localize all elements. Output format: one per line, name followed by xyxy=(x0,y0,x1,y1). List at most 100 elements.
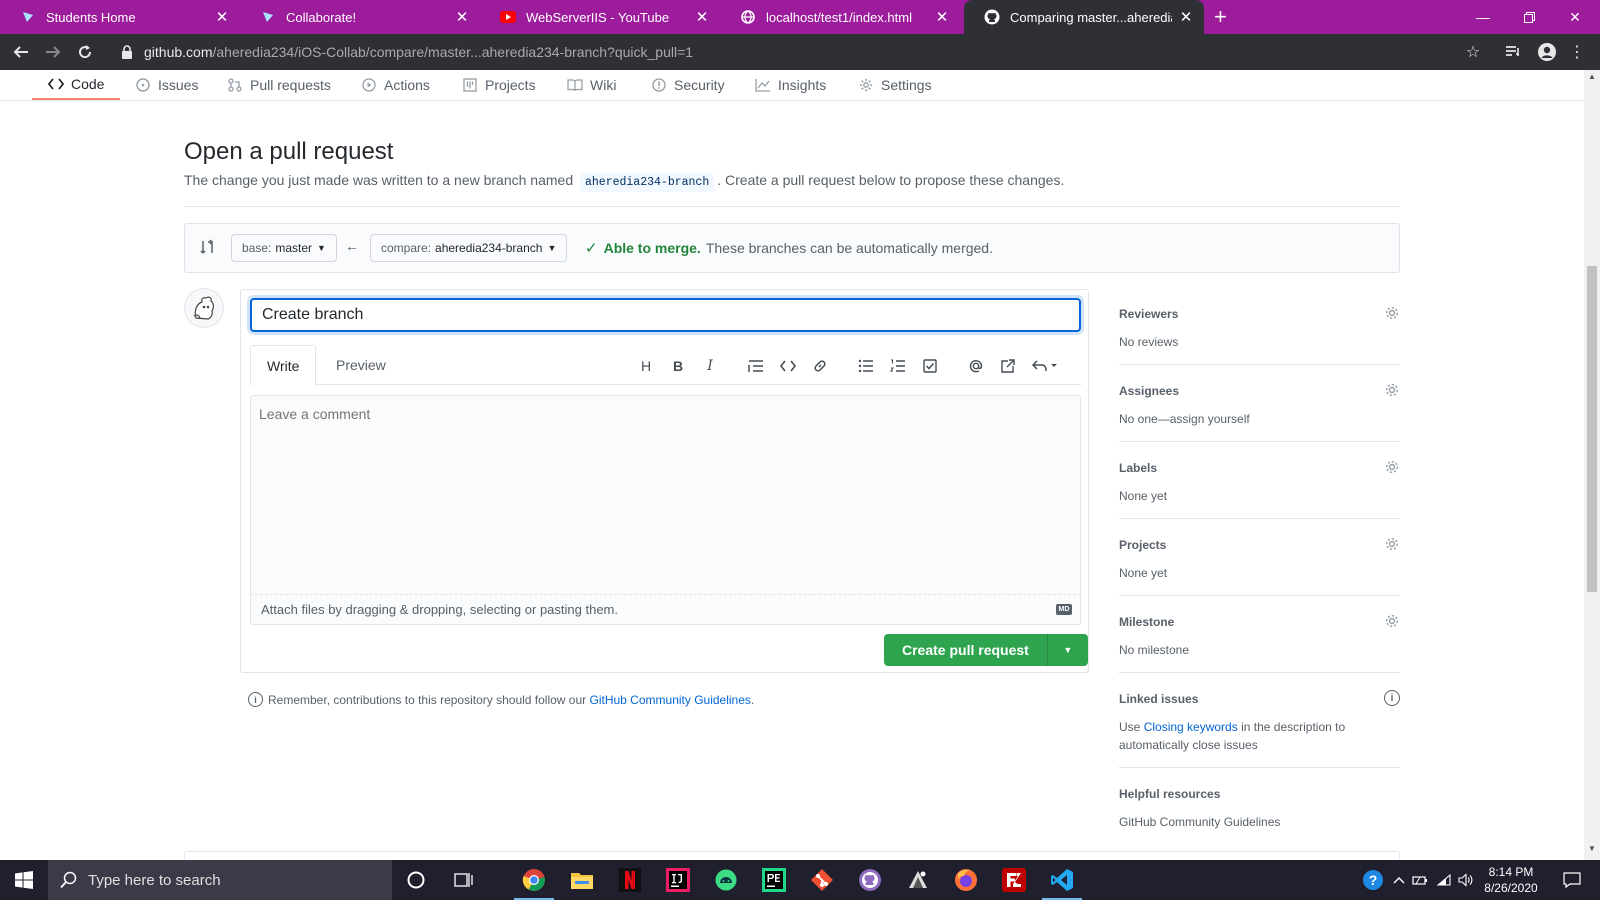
back-button[interactable] xyxy=(8,39,34,65)
browser-tab-active[interactable]: Comparing master...aheredia234- ✕ xyxy=(964,0,1204,34)
heading-button[interactable]: H xyxy=(636,356,656,376)
browser-tab[interactable]: Collaborate! ✕ xyxy=(240,0,480,34)
notification-center-icon[interactable] xyxy=(1552,860,1592,900)
code-icon xyxy=(48,76,64,92)
media-control-icon[interactable] xyxy=(1502,42,1524,62)
heading-icon: H xyxy=(640,358,652,374)
wifi-tray-icon[interactable] xyxy=(1434,860,1454,900)
help-tray-icon[interactable]: ? xyxy=(1360,860,1386,900)
community-guidelines-link[interactable]: GitHub Community Guidelines xyxy=(590,693,751,707)
avatar[interactable] xyxy=(184,288,224,328)
gear-icon[interactable] xyxy=(1384,305,1400,321)
scroll-down-arrow-icon[interactable]: ▼ xyxy=(1584,844,1600,858)
tab-security[interactable]: Security xyxy=(651,70,725,100)
community-guidelines-link[interactable]: GitHub Community Guidelines xyxy=(1119,813,1359,831)
closing-keywords-link[interactable]: Closing keywords xyxy=(1144,720,1238,734)
branch-name-chip: aheredia234-branch xyxy=(580,173,715,192)
compare-branch-select[interactable]: compare: aheredia234-branch ▼ xyxy=(370,234,568,262)
battery-tray-icon[interactable] xyxy=(1410,860,1430,900)
cross-reference-button[interactable] xyxy=(998,356,1018,376)
info-icon[interactable]: i xyxy=(1384,690,1400,706)
volume-tray-icon[interactable] xyxy=(1456,860,1476,900)
comment-textarea[interactable] xyxy=(250,395,1081,595)
tab-preview[interactable]: Preview xyxy=(320,345,402,385)
unordered-list-button[interactable] xyxy=(856,356,876,376)
browser-tab[interactable]: localhost/test1/index.html ✕ xyxy=(720,0,960,34)
close-tab-icon[interactable]: ✕ xyxy=(214,8,230,26)
caret-down-icon: ▼ xyxy=(317,243,326,253)
close-tab-icon[interactable]: ✕ xyxy=(694,8,710,26)
close-tab-icon[interactable]: ✕ xyxy=(1178,8,1194,26)
tab-pull-requests[interactable]: Pull requests xyxy=(227,70,331,100)
tab-wiki[interactable]: Wiki xyxy=(567,70,616,100)
chrome-taskbar-icon[interactable] xyxy=(510,860,558,900)
browser-menu-icon[interactable]: ⋮ xyxy=(1566,42,1588,62)
mention-button[interactable] xyxy=(966,356,986,376)
url-path: /aheredia234/iOS-Collab/compare/master..… xyxy=(212,44,694,60)
cortana-button[interactable] xyxy=(392,860,440,900)
star-icon[interactable]: ☆ xyxy=(1462,42,1484,62)
task-list-button[interactable] xyxy=(920,356,940,376)
new-tab-button[interactable]: + xyxy=(1214,4,1227,30)
scroll-up-arrow-icon[interactable]: ▲ xyxy=(1584,72,1600,86)
sidebar-milestone: Milestone No milestone xyxy=(1119,613,1400,673)
create-pull-request-dropdown[interactable]: ▼ xyxy=(1047,634,1088,666)
reload-button[interactable] xyxy=(72,39,98,65)
taskbar-search[interactable]: Type here to search xyxy=(48,860,392,900)
intellij-taskbar-icon[interactable] xyxy=(654,860,702,900)
netflix-taskbar-icon[interactable] xyxy=(606,860,654,900)
close-window-button[interactable]: ✕ xyxy=(1552,0,1598,34)
tab-code[interactable]: Code xyxy=(32,70,121,100)
tab-issues[interactable]: Issues xyxy=(135,70,198,100)
android-studio-taskbar-icon[interactable] xyxy=(702,860,750,900)
gear-icon[interactable] xyxy=(1384,459,1400,475)
browser-tab[interactable]: WebServerIIS - YouTube ✕ xyxy=(480,0,720,34)
gear-icon[interactable] xyxy=(1384,613,1400,629)
ordered-list-button[interactable] xyxy=(888,356,908,376)
globe-icon xyxy=(740,9,756,25)
sidebar-assignees: Assignees No one—assign yourself xyxy=(1119,382,1400,442)
vscode-taskbar-icon[interactable] xyxy=(1038,860,1086,900)
close-tab-icon[interactable]: ✕ xyxy=(934,8,950,26)
firefox-taskbar-icon[interactable] xyxy=(942,860,990,900)
base-branch-select[interactable]: base: master ▼ xyxy=(231,234,337,262)
browser-tab[interactable]: Students Home ✕ xyxy=(0,0,240,34)
compare-swap-icon[interactable] xyxy=(199,239,217,257)
profile-avatar-icon[interactable] xyxy=(1536,42,1558,62)
bold-button[interactable]: B xyxy=(668,356,688,376)
link-button[interactable] xyxy=(810,356,830,376)
close-tab-icon[interactable]: ✕ xyxy=(454,8,470,26)
saved-replies-button[interactable] xyxy=(1030,356,1060,376)
github-desktop-taskbar-icon[interactable] xyxy=(846,860,894,900)
italic-button[interactable]: I xyxy=(700,356,720,376)
chevron-up-icon[interactable] xyxy=(1390,860,1408,900)
scrollbar-thumb[interactable] xyxy=(1587,266,1597,592)
windows-taskbar: Type here to search ? 8:14 PM 8/26/2020 xyxy=(0,860,1600,900)
git-extension-taskbar-icon[interactable] xyxy=(798,860,846,900)
gear-icon[interactable] xyxy=(1384,536,1400,552)
pr-title-input[interactable] xyxy=(250,298,1081,332)
filezilla-taskbar-icon[interactable] xyxy=(990,860,1038,900)
minimize-button[interactable]: — xyxy=(1460,0,1506,34)
attach-files-bar[interactable]: Attach files by dragging & dropping, sel… xyxy=(250,595,1081,625)
vertical-scrollbar[interactable]: ▲ ▼ xyxy=(1584,70,1600,860)
address-bar[interactable]: github.com /aheredia234/iOS-Collab/compa… xyxy=(110,39,1450,65)
forward-button[interactable] xyxy=(40,39,66,65)
start-button[interactable] xyxy=(0,860,48,900)
tab-insights[interactable]: Insights xyxy=(755,70,826,100)
quote-button[interactable] xyxy=(746,356,766,376)
gear-icon[interactable] xyxy=(1384,382,1400,398)
restore-button[interactable] xyxy=(1506,0,1552,34)
task-view-button[interactable] xyxy=(440,860,488,900)
create-pull-request-button[interactable]: Create pull request xyxy=(884,634,1048,666)
pull-request-icon xyxy=(227,77,243,93)
inkscape-taskbar-icon[interactable] xyxy=(894,860,942,900)
code-button[interactable] xyxy=(778,356,798,376)
file-explorer-taskbar-icon[interactable] xyxy=(558,860,606,900)
tab-actions[interactable]: Actions xyxy=(361,70,430,100)
pycharm-taskbar-icon[interactable] xyxy=(750,860,798,900)
tab-settings[interactable]: Settings xyxy=(858,70,932,100)
tab-write[interactable]: Write xyxy=(250,345,317,386)
system-clock[interactable]: 8:14 PM 8/26/2020 xyxy=(1478,864,1544,896)
tab-projects[interactable]: Projects xyxy=(462,70,536,100)
